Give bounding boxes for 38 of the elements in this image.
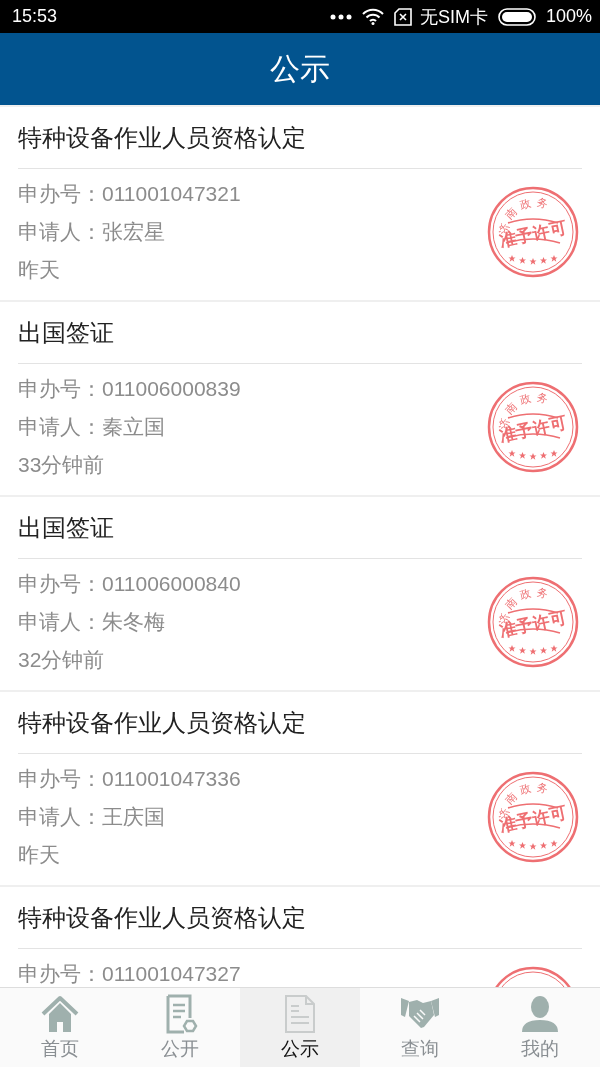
- more-dots-icon: [329, 13, 352, 20]
- sim-card-x-icon: [393, 7, 412, 26]
- item-title: 特种设备作业人员资格认定: [18, 887, 582, 949]
- applicant-name: 申请人：秦立国: [18, 414, 165, 440]
- clock-time: 15:53: [12, 6, 58, 27]
- battery-percent: 100%: [545, 6, 592, 27]
- list-card[interactable]: 特种设备作业人员资格认定 申办号：011001047321 申请人：张宏星 昨天 济南政务 准予许可: [0, 107, 600, 300]
- item-title: 特种设备作业人员资格认定: [18, 692, 582, 754]
- approval-stamp: 济南政务 准予许可: [486, 185, 580, 279]
- tab-button[interactable]: 公示: [240, 988, 360, 1067]
- applicant-name: 申请人：朱冬梅: [18, 609, 165, 635]
- approval-stamp: 济南政务 准予许可: [486, 380, 580, 474]
- application-number: 申办号：011001047321: [18, 181, 241, 207]
- application-number: 申办号：011006000840: [18, 571, 241, 597]
- approval-stamp: 济南政务 准予许可: [486, 575, 580, 669]
- applicant-name: 申请人：张宏星: [18, 219, 165, 245]
- applicant-name: 申请人：王庆国: [18, 804, 165, 830]
- item-title: 特种设备作业人员资格认定: [18, 107, 582, 169]
- battery-icon: [497, 7, 538, 26]
- time-text: 33分钟前: [18, 452, 105, 478]
- item-title: 出国签证: [18, 497, 582, 559]
- carrier-text: 无SIM卡: [419, 5, 488, 29]
- person-icon: [520, 993, 560, 1034]
- application-number: 申办号：011001047327: [18, 961, 241, 987]
- approval-stamp: 济南政务 准予许可: [486, 770, 580, 864]
- list-card[interactable]: 特种设备作业人员资格认定 申办号：011001047336 申请人：王庆国 昨天 济南政务 准予许可: [0, 692, 600, 885]
- page-title: 公示: [270, 50, 330, 87]
- wifi-icon: [361, 8, 384, 25]
- application-number: 申办号：011001047336: [18, 766, 241, 792]
- house-icon: [40, 993, 80, 1034]
- list-card[interactable]: 出国签证 申办号：011006000840 申请人：朱冬梅 32分钟前 济南政务 准予许可: [0, 497, 600, 690]
- list-card[interactable]: 出国签证 申办号：011006000839 申请人：秦立国 33分钟前 济南政务 准予许可: [0, 302, 600, 495]
- list-card[interactable]: 特种设备作业人员资格认定 申办号：011001047327: [0, 887, 600, 987]
- application-number: 申办号：011006000839: [18, 376, 241, 402]
- time-text: 昨天: [18, 842, 60, 868]
- item-title: 出国签证: [18, 302, 582, 364]
- time-text: 昨天: [18, 257, 60, 283]
- time-text: 32分钟前: [18, 647, 105, 673]
